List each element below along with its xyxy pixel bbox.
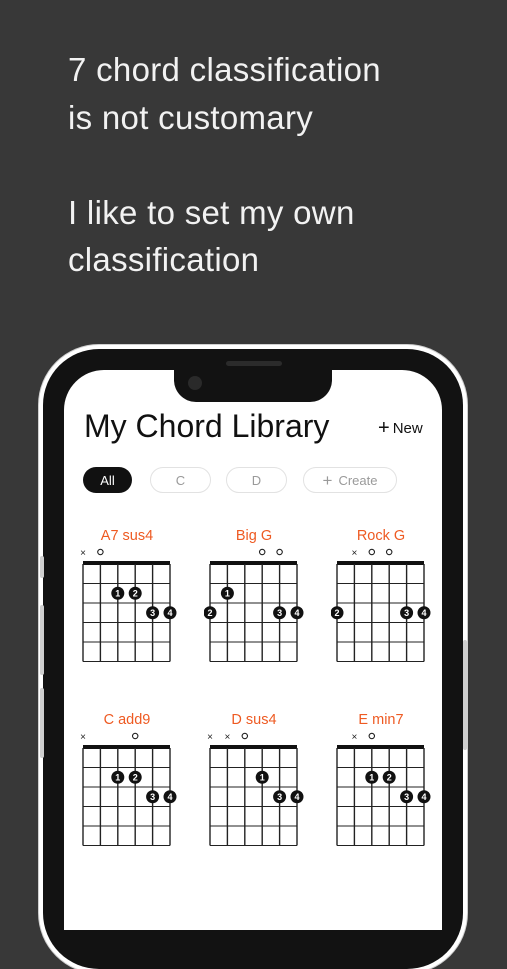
- finger-number: 1: [369, 773, 374, 783]
- chord-card[interactable]: A7 sus4 × 1 2 3 4: [77, 528, 177, 678]
- nut-bar: [337, 745, 424, 749]
- muted-string-icon: ×: [351, 732, 357, 743]
- chord-name: Big G: [235, 528, 273, 544]
- phone-side-button: [40, 556, 44, 578]
- headline-line-1: 7 chord classification: [68, 51, 381, 88]
- chord-card[interactable]: D sus4 × × 1 3 4: [204, 712, 304, 862]
- finger-number: 2: [334, 608, 339, 618]
- open-string-icon: [368, 548, 376, 556]
- chord-name: C add9: [103, 712, 151, 728]
- create-category-button[interactable]: + Create: [303, 467, 397, 493]
- finger-number: 4: [421, 792, 426, 802]
- plus-icon: +: [322, 470, 333, 490]
- finger-number: 4: [167, 792, 172, 802]
- promo-headline: 7 chord classification is not customary …: [68, 46, 488, 284]
- finger-number: 3: [404, 608, 409, 618]
- create-chip-label: Create: [338, 472, 378, 488]
- open-string-icon: [276, 548, 283, 556]
- muted-string-icon: ×: [207, 732, 213, 743]
- finger-number: 4: [294, 792, 299, 802]
- finger-number: 2: [133, 773, 138, 783]
- chord-card[interactable]: Big G 1 2 3 4: [204, 528, 304, 678]
- open-string-icon: [258, 548, 266, 556]
- nut-bar: [210, 745, 297, 749]
- page-title: My Chord Library: [84, 408, 330, 444]
- headline-line-3: I like to set my own: [68, 193, 355, 231]
- finger-number: 4: [167, 608, 172, 618]
- open-string-icon: [368, 732, 376, 740]
- chord-card[interactable]: Rock G × 2 3 4: [331, 528, 431, 678]
- filter-chip-all[interactable]: All: [83, 467, 132, 493]
- phone-side-button: [40, 605, 44, 675]
- finger-number: 4: [421, 608, 426, 618]
- nut-bar: [337, 561, 424, 565]
- headline-line-2: is not customary: [68, 98, 314, 136]
- chord-diagram: × × 1 3 4: [207, 732, 304, 846]
- finger-number: 3: [404, 792, 409, 802]
- open-string-icon: [241, 732, 249, 740]
- muted-string-icon: ×: [351, 548, 357, 559]
- chord-diagram: × 2 3 4: [331, 548, 431, 662]
- open-string-icon: [385, 548, 393, 556]
- finger-number: 1: [260, 773, 265, 783]
- plus-icon: +: [378, 417, 390, 439]
- filter-chip-label: C: [175, 472, 186, 488]
- finger-number: 3: [277, 608, 282, 618]
- chord-card[interactable]: C add9 × 1 2 3 4: [77, 712, 177, 862]
- chord-diagram: × 1 2 3 4: [80, 732, 177, 846]
- chord-name: Rock G: [356, 528, 406, 544]
- open-string-icon: [131, 732, 139, 740]
- headline-line-4: classification: [68, 241, 260, 278]
- nut-bar: [210, 561, 297, 565]
- new-chord-button[interactable]: + New: [378, 418, 423, 438]
- filter-chip-label: All: [100, 472, 115, 488]
- muted-string-icon: ×: [80, 548, 86, 559]
- finger-number: 1: [115, 589, 120, 599]
- finger-number: 3: [277, 792, 282, 802]
- phone-side-button: [40, 688, 44, 758]
- filter-chip-c[interactable]: C: [150, 467, 211, 493]
- finger-number: 3: [150, 792, 155, 802]
- finger-number: 2: [207, 608, 212, 618]
- chord-name: E min7: [358, 712, 404, 728]
- finger-number: 1: [225, 589, 230, 599]
- speaker-grille: [226, 361, 282, 366]
- finger-number: 2: [133, 589, 138, 599]
- chord-diagram: 1 2 3 4: [204, 548, 304, 662]
- nut-bar: [83, 561, 170, 565]
- finger-number: 2: [387, 773, 392, 783]
- new-button-label: New: [392, 419, 423, 437]
- finger-number: 1: [115, 773, 120, 783]
- chord-diagram: × 1 2 3 4: [336, 732, 431, 846]
- nut-bar: [83, 745, 170, 749]
- open-string-icon: [97, 548, 104, 556]
- filter-chip-label: D: [251, 472, 262, 488]
- chord-diagram: × 1 2 3 4: [80, 548, 177, 662]
- muted-string-icon: ×: [224, 732, 230, 743]
- front-camera: [188, 376, 202, 390]
- chord-card[interactable]: E min7 × 1 2 3 4: [331, 712, 431, 862]
- filter-chip-d[interactable]: D: [226, 467, 287, 493]
- chord-name: A7 sus4: [100, 528, 154, 544]
- phone-side-button: [463, 640, 467, 750]
- muted-string-icon: ×: [80, 732, 86, 743]
- finger-number: 3: [150, 608, 155, 618]
- finger-number: 4: [294, 608, 299, 618]
- chord-name: D sus4: [231, 712, 277, 728]
